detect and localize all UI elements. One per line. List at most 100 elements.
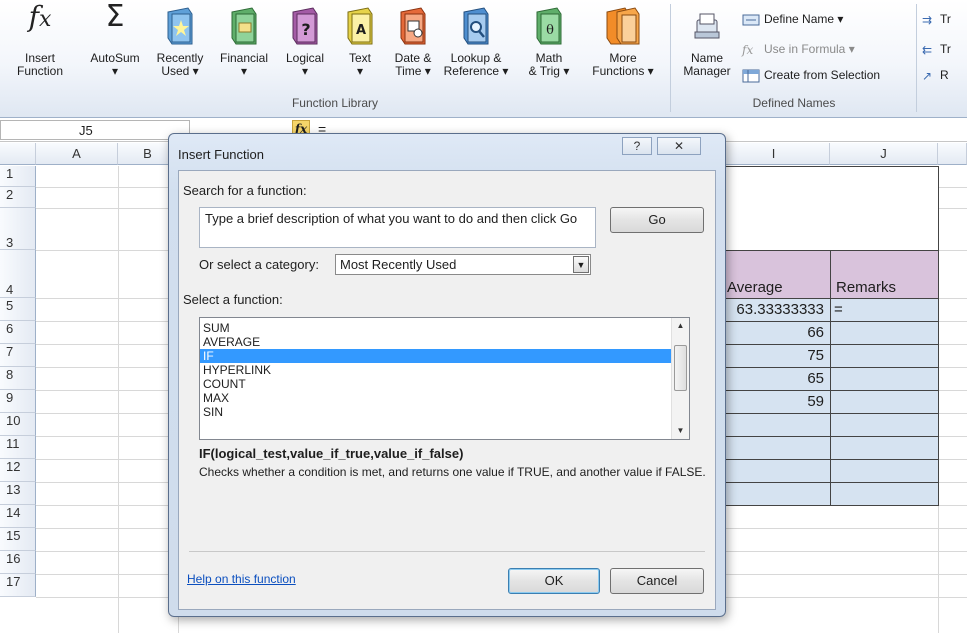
select-all-corner[interactable] xyxy=(0,143,36,165)
remarks-cell[interactable] xyxy=(830,459,939,483)
help-on-function-link[interactable]: Help on this function xyxy=(187,572,296,586)
autosum-label: AutoSum ▾ xyxy=(90,51,140,78)
list-item-selected[interactable]: IF xyxy=(200,349,685,363)
sigma-icon: Σ xyxy=(105,0,125,34)
row-header[interactable]: 2 xyxy=(0,187,36,208)
average-cell[interactable]: 65 xyxy=(718,367,831,391)
math-trig-label: Math & Trig ▾ xyxy=(528,51,570,78)
average-cell[interactable] xyxy=(718,482,831,506)
average-cell[interactable]: 59 xyxy=(718,390,831,414)
row-header[interactable]: 15 xyxy=(0,528,36,551)
dialog-help-button[interactable]: ? xyxy=(622,137,652,155)
dialog-close-button[interactable]: ✕ xyxy=(657,137,701,155)
logical-button[interactable]: ? Logical ▾ xyxy=(276,0,334,96)
row-header[interactable]: 5 xyxy=(0,298,36,321)
row-header[interactable]: 14 xyxy=(0,505,36,528)
date-time-button[interactable]: Date & Time ▾ xyxy=(386,0,440,96)
insert-function-dialog: Insert Function ? ✕ Search for a functio… xyxy=(168,133,726,617)
fx-icon: fx xyxy=(28,0,52,33)
use-in-formula-label: Use in Formula ▾ xyxy=(764,42,855,56)
average-cell[interactable] xyxy=(718,413,831,437)
remove-arrows-button[interactable]: ↗ R xyxy=(922,68,949,83)
ribbon: fx Insert Function Σ AutoSum ▾ Recently … xyxy=(0,0,967,118)
function-description: Checks whether a condition is met, and r… xyxy=(199,465,706,479)
column-header-j[interactable]: J xyxy=(830,143,938,165)
row-header[interactable]: 13 xyxy=(0,482,36,505)
remarks-cell[interactable] xyxy=(830,321,939,345)
create-from-selection-button[interactable]: Create from Selection xyxy=(742,68,880,83)
average-cell[interactable]: 63.33333333 xyxy=(718,298,831,322)
more-functions-label: More Functions ▾ xyxy=(592,51,654,78)
average-cell[interactable]: 66 xyxy=(718,321,831,345)
ok-button[interactable]: OK xyxy=(508,568,600,594)
remarks-cell[interactable] xyxy=(830,390,939,414)
list-item[interactable]: SIN xyxy=(200,405,685,419)
row-header[interactable]: 16 xyxy=(0,551,36,574)
define-name-button[interactable]: Define Name ▾ xyxy=(742,12,843,27)
use-in-formula-button[interactable]: fx Use in Formula ▾ xyxy=(742,42,855,57)
row-header[interactable]: 1 xyxy=(0,166,36,187)
text-book-icon: A xyxy=(347,7,373,45)
scroll-down-icon[interactable]: ▼ xyxy=(672,423,689,439)
search-function-input[interactable]: Type a brief description of what you wan… xyxy=(199,207,596,248)
list-item[interactable]: SUM xyxy=(200,321,685,335)
cancel-button[interactable]: Cancel xyxy=(610,568,704,594)
recently-used-button[interactable]: Recently Used ▾ xyxy=(148,0,212,96)
row-header[interactable]: 9 xyxy=(0,390,36,413)
row-header[interactable]: 17 xyxy=(0,574,36,597)
name-box[interactable]: J5 xyxy=(0,120,190,140)
lookup-reference-button[interactable]: Lookup & Reference ▾ xyxy=(440,0,512,96)
row-header[interactable]: 8 xyxy=(0,367,36,390)
trace-dependents-button[interactable]: ⇇ Tr xyxy=(922,42,951,57)
scroll-up-icon[interactable]: ▲ xyxy=(672,318,689,334)
average-cell[interactable]: 75 xyxy=(718,344,831,368)
column-header-i[interactable]: I xyxy=(718,143,830,165)
more-functions-button[interactable]: More Functions ▾ xyxy=(584,0,662,96)
average-header-cell[interactable]: Average xyxy=(718,250,831,299)
category-select[interactable]: Most Recently Used ▼ xyxy=(335,254,591,275)
list-item[interactable]: AVERAGE xyxy=(200,335,685,349)
scrollbar-thumb[interactable] xyxy=(674,345,687,391)
list-item[interactable]: MAX xyxy=(200,391,685,405)
row-header[interactable]: 10 xyxy=(0,413,36,436)
search-label: Search for a function: xyxy=(183,183,307,198)
go-button[interactable]: Go xyxy=(610,207,704,233)
text-label: Text ▾ xyxy=(348,51,371,78)
financial-button[interactable]: Financial ▾ xyxy=(212,0,276,96)
function-listbox[interactable]: SUM AVERAGE IF HYPERLINK COUNT MAX SIN ▲… xyxy=(199,317,690,440)
row-header[interactable]: 7 xyxy=(0,344,36,367)
remarks-cell[interactable] xyxy=(830,436,939,460)
lookup-reference-label: Lookup & Reference ▾ xyxy=(443,51,509,78)
listbox-scrollbar[interactable]: ▲ ▼ xyxy=(671,318,689,439)
table-title-area[interactable] xyxy=(718,166,939,251)
text-button[interactable]: A Text ▾ xyxy=(336,0,384,96)
remarks-cell-active[interactable]: = xyxy=(830,298,939,322)
dropdown-arrow-icon[interactable]: ▼ xyxy=(573,256,589,273)
remarks-header-cell[interactable]: Remarks xyxy=(830,250,939,299)
column-header-k[interactable] xyxy=(938,143,967,165)
column-header-a[interactable]: A xyxy=(36,143,118,165)
average-cell[interactable] xyxy=(718,459,831,483)
average-cell[interactable] xyxy=(718,436,831,460)
lookup-reference-book-icon xyxy=(463,7,489,45)
row-header[interactable]: 11 xyxy=(0,436,36,459)
math-trig-button[interactable]: θ Math & Trig ▾ xyxy=(514,0,584,96)
math-trig-book-icon: θ xyxy=(536,7,562,45)
row-header[interactable]: 4 xyxy=(0,250,36,298)
dialog-title: Insert Function xyxy=(178,147,264,162)
trace-precedents-button[interactable]: ⇉ Tr xyxy=(922,12,951,27)
autosum-button[interactable]: Σ AutoSum ▾ xyxy=(84,0,146,96)
list-item[interactable]: COUNT xyxy=(200,377,685,391)
row-header[interactable]: 12 xyxy=(0,459,36,482)
logical-book-icon: ? xyxy=(292,7,318,45)
remarks-cell[interactable] xyxy=(830,413,939,437)
remarks-cell[interactable] xyxy=(830,482,939,506)
remarks-cell[interactable] xyxy=(830,344,939,368)
name-manager-button[interactable]: Name Manager xyxy=(674,0,740,96)
list-item[interactable]: HYPERLINK xyxy=(200,363,685,377)
row-header[interactable]: 3 xyxy=(0,208,36,250)
insert-function-button[interactable]: fx Insert Function xyxy=(2,0,78,96)
row-header[interactable]: 6 xyxy=(0,321,36,344)
remarks-cell[interactable] xyxy=(830,367,939,391)
ribbon-group-separator xyxy=(670,4,671,112)
